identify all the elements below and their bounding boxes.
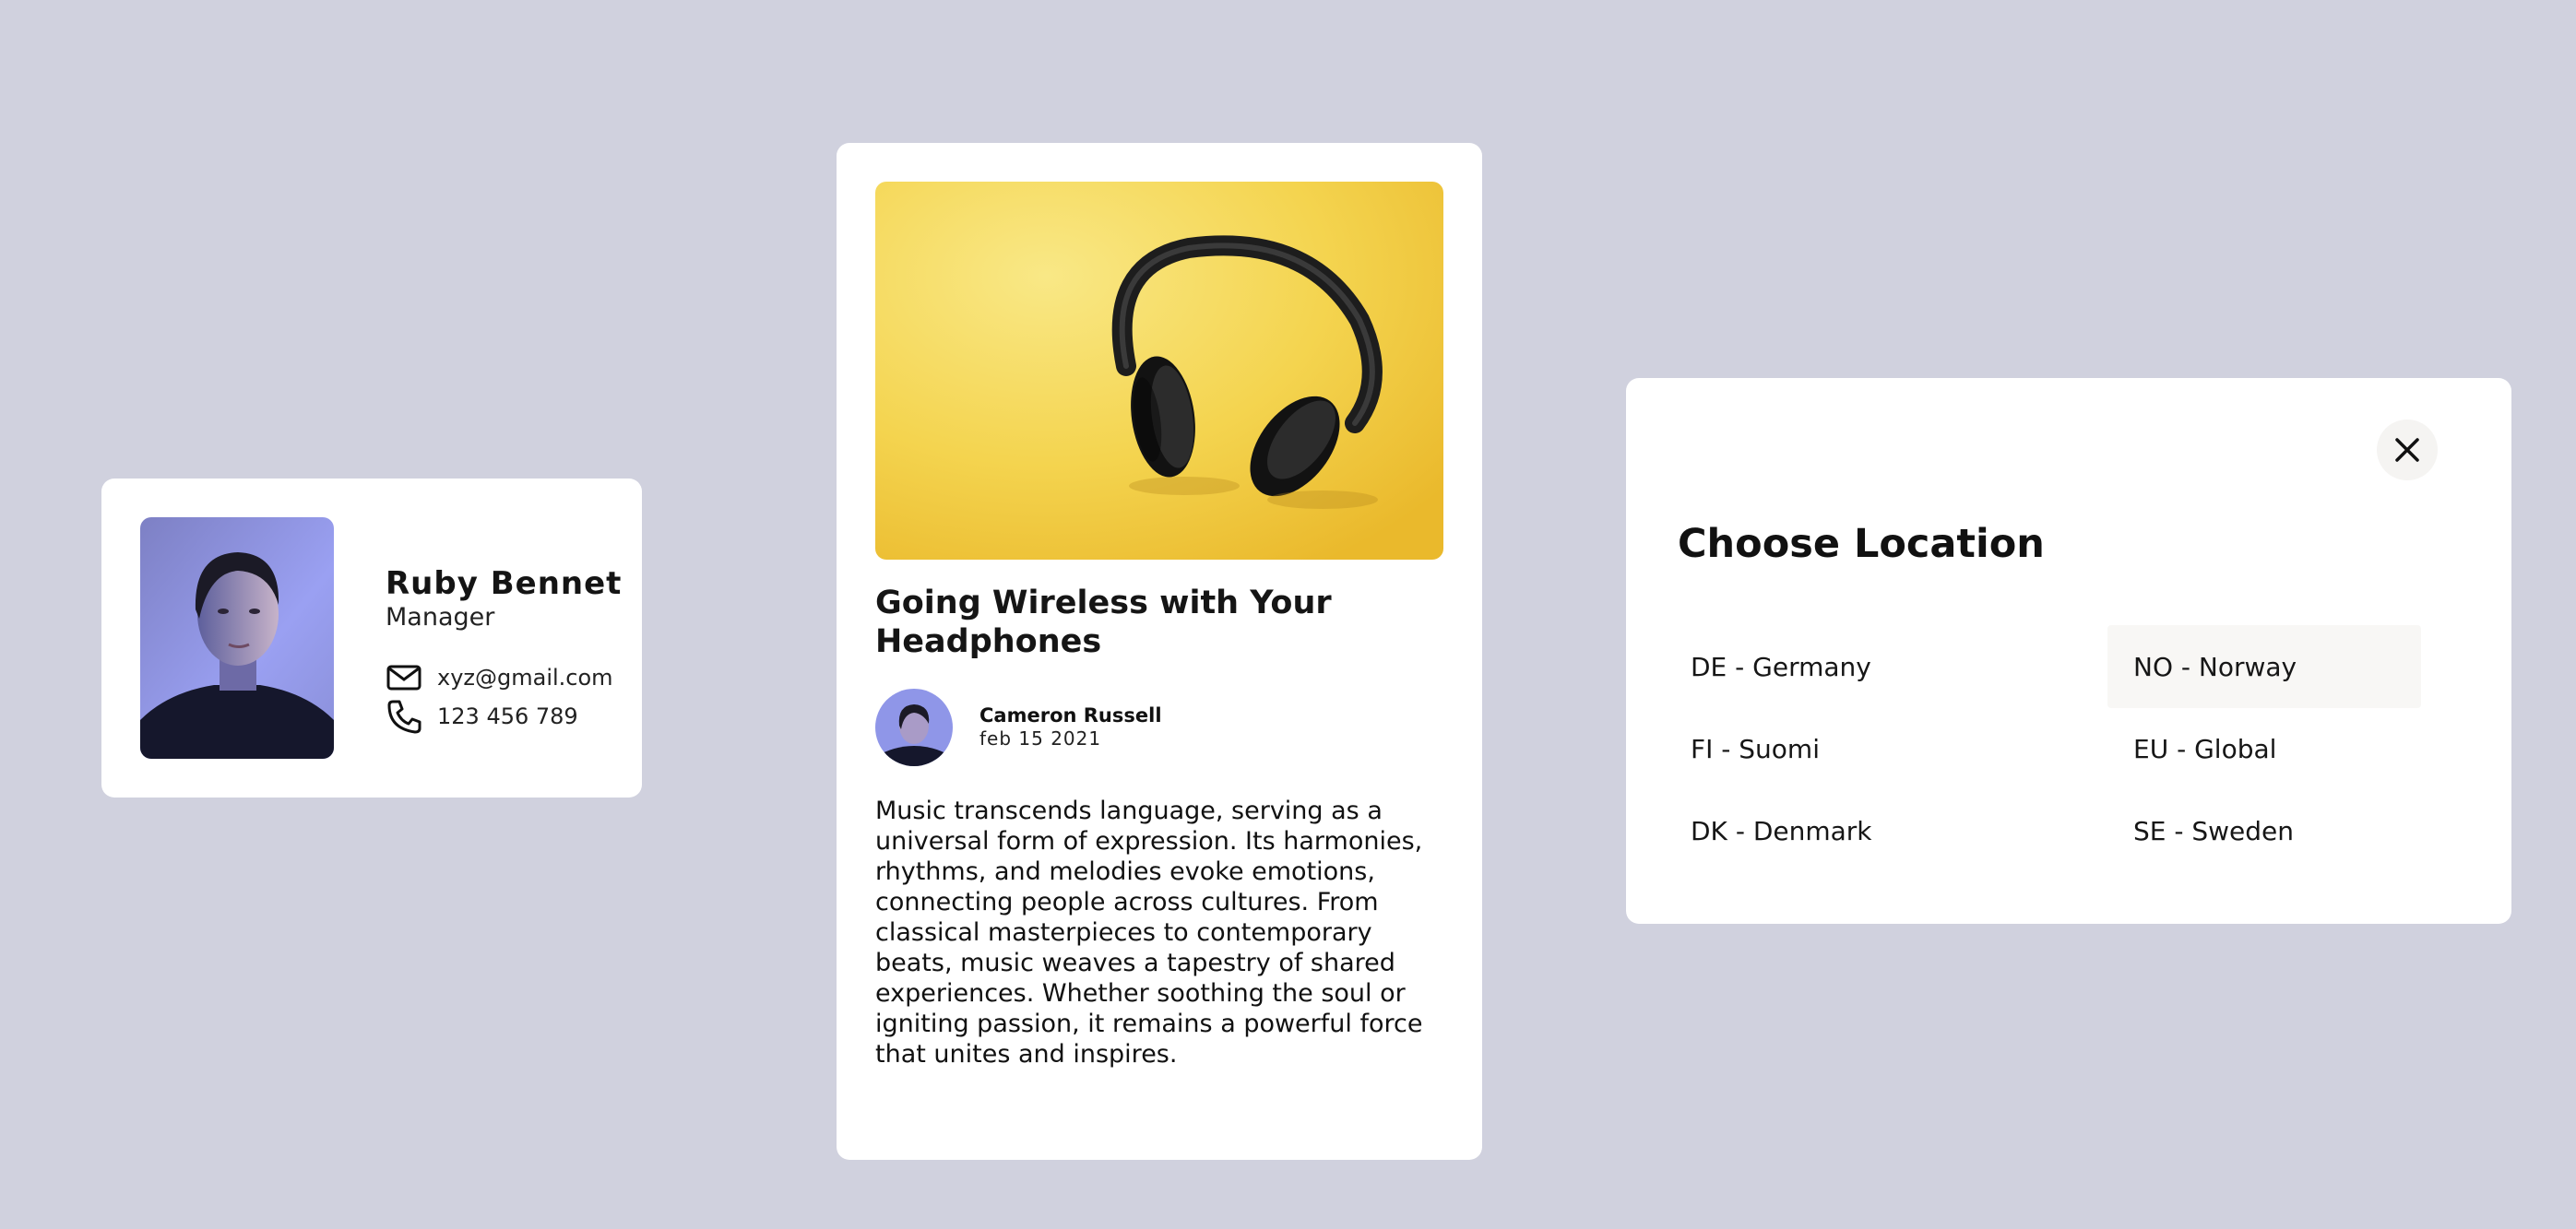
location-option-no[interactable]: NO - Norway bbox=[2107, 625, 2421, 708]
article-title: Going Wireless with Your Headphones bbox=[875, 585, 1332, 660]
location-option-fi[interactable]: FI - Suomi bbox=[1665, 707, 1978, 790]
article-card: Going Wireless with Your Headphones Came… bbox=[837, 143, 1482, 1160]
contact-name: Ruby Bennet bbox=[386, 565, 623, 602]
profile-photo bbox=[140, 517, 334, 759]
mail-icon bbox=[386, 665, 421, 691]
close-button[interactable] bbox=[2377, 420, 2438, 480]
contact-email[interactable]: xyz@gmail.com bbox=[437, 665, 613, 691]
close-icon bbox=[2395, 438, 2419, 462]
phone-icon bbox=[387, 700, 421, 734]
dialog-title: Choose Location bbox=[1678, 521, 2045, 567]
contact-card: Ruby Bennet Manager xyz@gmail.com 123 45… bbox=[101, 479, 642, 798]
contact-phone[interactable]: 123 456 789 bbox=[437, 703, 578, 729]
location-option-se[interactable]: SE - Sweden bbox=[2107, 789, 2421, 872]
location-option-eu[interactable]: EU - Global bbox=[2107, 707, 2421, 790]
author-name[interactable]: Cameron Russell bbox=[979, 704, 1162, 727]
publish-date: feb 15 2021 bbox=[979, 727, 1102, 750]
headphones-hero-image bbox=[875, 182, 1443, 560]
contact-email-row: xyz@gmail.com bbox=[386, 659, 613, 696]
author-avatar bbox=[875, 689, 953, 766]
contact-role: Manager bbox=[386, 603, 495, 632]
article-body: Music transcends language, serving as a … bbox=[875, 797, 1423, 1069]
contact-phone-row: 123 456 789 bbox=[386, 698, 578, 735]
location-option-dk[interactable]: DK - Denmark bbox=[1665, 789, 1978, 872]
location-dialog: Choose Location DE - Germany NO - Norway… bbox=[1626, 378, 2511, 924]
location-option-de[interactable]: DE - Germany bbox=[1665, 625, 1978, 708]
